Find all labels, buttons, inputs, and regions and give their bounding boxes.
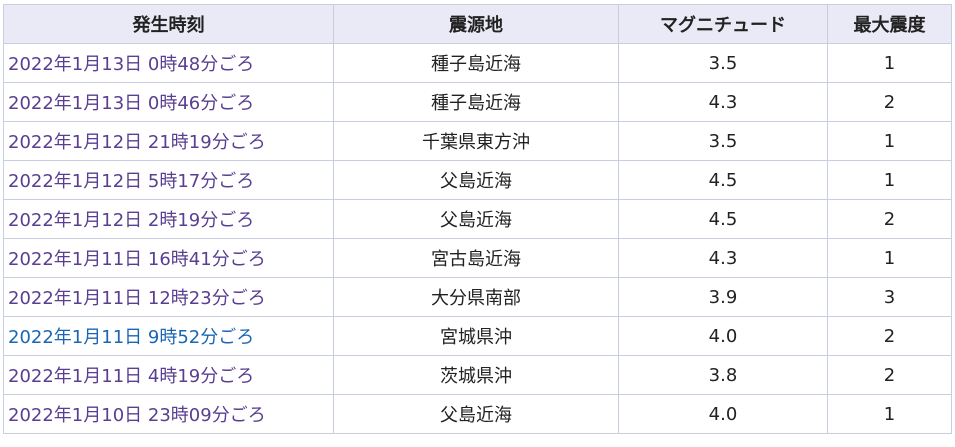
epicenter-cell: 父島近海 bbox=[333, 160, 619, 200]
intensity-cell: 1 bbox=[827, 238, 952, 278]
time-link[interactable]: 2022年1月13日 0時46分ごろ bbox=[8, 93, 254, 114]
table-body: 2022年1月13日 0時48分ごろ 種子島近海 3.5 1 2022年1月13… bbox=[3, 43, 952, 434]
magnitude-cell: 4.3 bbox=[618, 82, 828, 122]
time-link[interactable]: 2022年1月11日 4時19分ごろ bbox=[8, 366, 254, 387]
magnitude-cell: 4.0 bbox=[618, 394, 828, 434]
intensity-cell: 2 bbox=[827, 82, 952, 122]
intensity-cell: 2 bbox=[827, 316, 952, 356]
magnitude-cell: 4.5 bbox=[618, 199, 828, 239]
time-link[interactable]: 2022年1月12日 21時19分ごろ bbox=[8, 132, 266, 153]
table-row: 2022年1月12日 21時19分ごろ 千葉県東方沖 3.5 1 bbox=[3, 121, 952, 161]
magnitude-cell: 3.5 bbox=[618, 43, 828, 83]
magnitude-cell: 3.5 bbox=[618, 121, 828, 161]
epicenter-cell: 千葉県東方沖 bbox=[333, 121, 619, 161]
epicenter-cell: 宮城県沖 bbox=[333, 316, 619, 356]
earthquake-table: 発生時刻 震源地 マグニチュード 最大震度 2022年1月13日 0時48分ごろ… bbox=[3, 4, 952, 434]
table-header: 発生時刻 震源地 マグニチュード 最大震度 bbox=[3, 4, 952, 44]
table-row: 2022年1月11日 9時52分ごろ 宮城県沖 4.0 2 bbox=[3, 316, 952, 356]
time-cell: 2022年1月11日 12時23分ごろ bbox=[3, 277, 334, 317]
intensity-cell: 1 bbox=[827, 121, 952, 161]
intensity-cell: 1 bbox=[827, 160, 952, 200]
epicenter-cell: 宮古島近海 bbox=[333, 238, 619, 278]
time-cell: 2022年1月12日 5時17分ごろ bbox=[3, 160, 334, 200]
table-row: 2022年1月11日 4時19分ごろ 茨城県沖 3.8 2 bbox=[3, 355, 952, 395]
magnitude-cell: 4.3 bbox=[618, 238, 828, 278]
epicenter-cell: 種子島近海 bbox=[333, 43, 619, 83]
header-epicenter: 震源地 bbox=[333, 4, 619, 44]
intensity-cell: 1 bbox=[827, 43, 952, 83]
time-link[interactable]: 2022年1月13日 0時48分ごろ bbox=[8, 54, 254, 75]
magnitude-cell: 4.0 bbox=[618, 316, 828, 356]
time-link[interactable]: 2022年1月12日 5時17分ごろ bbox=[8, 171, 254, 192]
time-cell: 2022年1月12日 21時19分ごろ bbox=[3, 121, 334, 161]
magnitude-cell: 3.9 bbox=[618, 277, 828, 317]
time-cell: 2022年1月11日 9時52分ごろ bbox=[3, 316, 334, 356]
table-row: 2022年1月13日 0時48分ごろ 種子島近海 3.5 1 bbox=[3, 43, 952, 83]
epicenter-cell: 茨城県沖 bbox=[333, 355, 619, 395]
epicenter-cell: 大分県南部 bbox=[333, 277, 619, 317]
time-cell: 2022年1月11日 16時41分ごろ bbox=[3, 238, 334, 278]
intensity-cell: 2 bbox=[827, 355, 952, 395]
epicenter-cell: 父島近海 bbox=[333, 199, 619, 239]
magnitude-cell: 4.5 bbox=[618, 160, 828, 200]
intensity-cell: 3 bbox=[827, 277, 952, 317]
table-row: 2022年1月11日 16時41分ごろ 宮古島近海 4.3 1 bbox=[3, 238, 952, 278]
time-cell: 2022年1月11日 4時19分ごろ bbox=[3, 355, 334, 395]
time-link[interactable]: 2022年1月11日 12時23分ごろ bbox=[8, 288, 266, 309]
time-link[interactable]: 2022年1月11日 16時41分ごろ bbox=[8, 249, 266, 270]
intensity-cell: 2 bbox=[827, 199, 952, 239]
epicenter-cell: 種子島近海 bbox=[333, 82, 619, 122]
time-cell: 2022年1月13日 0時46分ごろ bbox=[3, 82, 334, 122]
time-cell: 2022年1月12日 2時19分ごろ bbox=[3, 199, 334, 239]
time-cell: 2022年1月13日 0時48分ごろ bbox=[3, 43, 334, 83]
time-link[interactable]: 2022年1月10日 23時09分ごろ bbox=[8, 405, 266, 426]
table-row: 2022年1月12日 2時19分ごろ 父島近海 4.5 2 bbox=[3, 199, 952, 239]
header-time: 発生時刻 bbox=[3, 4, 334, 44]
intensity-cell: 1 bbox=[827, 394, 952, 434]
header-magnitude: マグニチュード bbox=[618, 4, 828, 44]
time-cell: 2022年1月10日 23時09分ごろ bbox=[3, 394, 334, 434]
magnitude-cell: 3.8 bbox=[618, 355, 828, 395]
header-row: 発生時刻 震源地 マグニチュード 最大震度 bbox=[3, 4, 952, 44]
table-row: 2022年1月10日 23時09分ごろ 父島近海 4.0 1 bbox=[3, 394, 952, 434]
header-max-intensity: 最大震度 bbox=[827, 4, 952, 44]
epicenter-cell: 父島近海 bbox=[333, 394, 619, 434]
time-link[interactable]: 2022年1月12日 2時19分ごろ bbox=[8, 210, 254, 231]
table-row: 2022年1月11日 12時23分ごろ 大分県南部 3.9 3 bbox=[3, 277, 952, 317]
table-row: 2022年1月13日 0時46分ごろ 種子島近海 4.3 2 bbox=[3, 82, 952, 122]
time-link[interactable]: 2022年1月11日 9時52分ごろ bbox=[8, 327, 254, 348]
table-row: 2022年1月12日 5時17分ごろ 父島近海 4.5 1 bbox=[3, 160, 952, 200]
